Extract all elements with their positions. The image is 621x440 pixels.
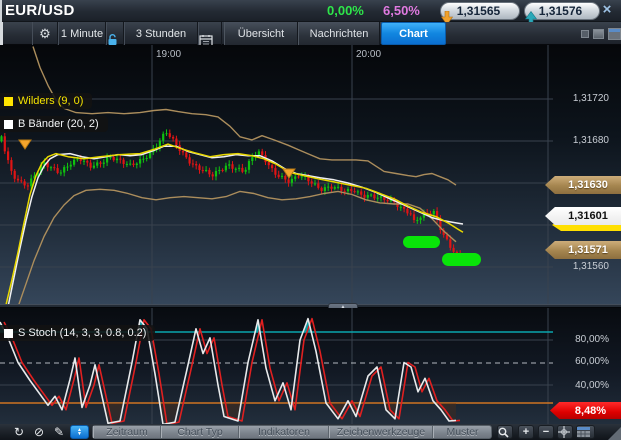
pencil-icon[interactable]: ✎ <box>50 425 68 439</box>
panel-size-icons <box>581 28 621 40</box>
expand-collapse-button[interactable]: ▲ ▼ <box>70 425 89 439</box>
chart-menu-strip: Zeitraum Chart Typ Indikatoren Zeichenwe… <box>92 425 492 439</box>
stoch-axis-label: 40,00% <box>575 380 609 391</box>
gear-icon: ⚙ <box>39 27 51 40</box>
buy-price-button[interactable]: 1,31576 <box>524 2 600 20</box>
legend-stoch-label: S Stoch (14, 3, 3, 0.8, 0.2) <box>18 327 146 339</box>
tab-uebersicht[interactable]: Übersicht <box>224 22 298 45</box>
stoch-swatch-icon <box>4 329 13 338</box>
order-price-badge-upper: 1,31630 <box>545 176 621 194</box>
price-axis-label: 1,31680 <box>573 135 609 146</box>
chart-toolbar: ⚙ 1 Minute 3 Stunden Übersicht Nachricht… <box>0 22 621 45</box>
panel-small-icon[interactable] <box>581 30 589 38</box>
tab-uebersicht-label: Übersicht <box>238 28 284 40</box>
range-label: 3 Stunden <box>136 28 186 40</box>
interval-label: 1 Minute <box>61 28 103 40</box>
range-dropdown[interactable]: 3 Stunden <box>124 22 198 45</box>
tab-nachrichten-label: Nachrichten <box>310 28 369 40</box>
buy-price: 1,31576 <box>539 4 582 18</box>
zoom-icon[interactable] <box>497 425 513 439</box>
calendar-button[interactable] <box>198 22 222 45</box>
time-axis-label: 19:00 <box>156 49 181 60</box>
price-axis-label: 1,31720 <box>573 93 609 104</box>
instrument-header: EUR/USD 0,00% 6,50% 1,31565 1,31576 × <box>0 0 621 22</box>
margin-percent: 6,50% <box>383 3 420 18</box>
window-edge2 <box>0 22 3 45</box>
menu-zeichenwerkzeuge[interactable]: Zeichenwerkzeuge <box>329 426 433 438</box>
panel-grid-icon[interactable] <box>608 28 621 40</box>
stoch-axis-label: 60,00% <box>575 356 609 367</box>
instrument-symbol: EUR/USD <box>5 2 75 19</box>
legend-bbands[interactable]: B Bänder (20, 2) <box>0 116 108 132</box>
legend-bbands-label: B Bänder (20, 2) <box>18 118 99 130</box>
crosshair-icon[interactable] <box>557 425 573 439</box>
sell-price: 1,31565 <box>457 4 500 18</box>
refresh-icon[interactable]: ↻ <box>10 425 28 439</box>
stoch-axis-label: 80,00% <box>575 334 609 345</box>
settings-button[interactable]: ⚙ <box>32 22 58 45</box>
bbands-swatch-icon <box>4 120 13 129</box>
menu-chart-typ[interactable]: Chart Typ <box>161 426 239 438</box>
menu-muster[interactable]: Muster <box>433 426 491 438</box>
lock-button[interactable] <box>106 22 124 45</box>
window-edge <box>0 0 2 22</box>
close-icon[interactable]: × <box>599 2 615 18</box>
menu-zeitraum[interactable]: Zeitraum <box>93 426 161 438</box>
sell-price-button[interactable]: 1,31565 <box>440 2 520 20</box>
panel-medium-icon[interactable] <box>593 29 604 39</box>
tab-chart-label: Chart <box>399 28 428 40</box>
wilders-swatch-icon <box>4 97 13 106</box>
interval-dropdown[interactable]: 1 Minute <box>58 22 106 45</box>
stoch-value-badge: 8,48% <box>550 402 621 419</box>
order-price-badge-lower: 1,31571 <box>545 241 621 259</box>
current-price-badge: 1,31601 <box>545 207 621 225</box>
resize-grip[interactable] <box>608 427 621 440</box>
down-icon: ▼ <box>77 432 82 436</box>
legend-wilders[interactable]: Wilders (9, 0) <box>0 93 92 109</box>
legend-stoch[interactable]: S Stoch (14, 3, 3, 0.8, 0.2) <box>0 325 155 341</box>
keypad-icon[interactable] <box>576 425 595 439</box>
tab-nachrichten[interactable]: Nachrichten <box>298 22 380 45</box>
legend-wilders-label: Wilders (9, 0) <box>18 95 83 107</box>
zoom-in-icon[interactable]: + <box>518 425 534 439</box>
time-axis-label: 20:00 <box>356 49 381 60</box>
disable-drawings-icon[interactable]: ⊘ <box>30 425 48 439</box>
change-percent: 0,00% <box>327 3 364 18</box>
menu-indikatoren[interactable]: Indikatoren <box>239 426 329 438</box>
zoom-out-icon[interactable]: − <box>538 425 554 439</box>
price-chart-canvas[interactable] <box>0 45 621 305</box>
price-axis-label: 1,31560 <box>573 261 609 272</box>
tab-chart[interactable]: Chart <box>381 22 446 45</box>
trading-app-window: EUR/USD 0,00% 6,50% 1,31565 1,31576 × ⚙ … <box>0 0 621 440</box>
